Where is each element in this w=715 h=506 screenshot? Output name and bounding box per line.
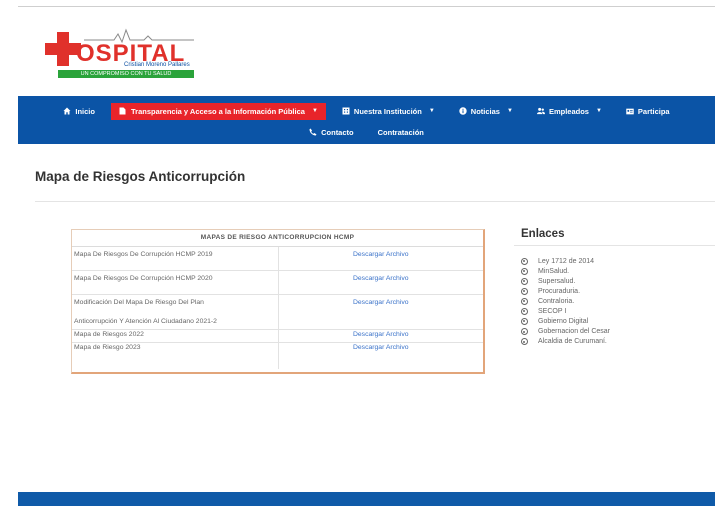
eye-icon	[521, 308, 528, 316]
download-link[interactable]: Descargar Archivo	[278, 293, 483, 329]
link-label: Gobernacion del Cesar	[538, 328, 610, 336]
table-cell-name: Mapa De Riesgos De Corrupción HCMP 2020	[72, 269, 279, 294]
table-row: Mapa de Riesgos 2022 Descargar Archivo	[72, 328, 483, 342]
link-item[interactable]: Supersalud.	[521, 276, 610, 286]
nav-item-transparencia[interactable]: Transparencia y Acceso a la Información …	[110, 102, 326, 120]
table-cell-name-line2: Anticorrupción Y Atención Al Ciudadano 2…	[74, 317, 217, 325]
link-item[interactable]: Contraloria.	[521, 296, 610, 306]
caret-down-icon: ▼	[595, 108, 602, 114]
risk-maps-table: MAPAS DE RIESGO ANTICORRUPCION HCMP Mapa…	[71, 229, 485, 374]
link-label: MinSalud.	[538, 267, 570, 275]
eye-icon	[521, 318, 528, 326]
link-label: Procuraduria.	[538, 287, 581, 295]
links-list: Ley 1712 de 2014 MinSalud. Supersalud. P…	[521, 256, 610, 347]
phone-icon	[309, 128, 317, 136]
logo-slogan: UN COMPROMISO CON TU SALUD	[58, 70, 194, 78]
link-item[interactable]: SECOP I	[521, 306, 610, 316]
table-row: Modificación Del Mapa De Riesgo Del Plan…	[72, 293, 483, 329]
download-link[interactable]: Descargar Archivo	[278, 269, 483, 294]
table-cell-name: Modificación Del Mapa De Riesgo Del Plan…	[72, 293, 279, 329]
nav-row-primary: Inicio Transparencia y Acceso a la Infor…	[18, 100, 715, 122]
home-icon	[63, 107, 71, 115]
id-card-icon	[626, 107, 634, 115]
nav-item-label: Inicio	[75, 106, 95, 116]
nav-item-noticias[interactable]: Noticias ▼	[451, 103, 521, 120]
logo-subtitle: Cristian Moreno Pallares	[124, 62, 190, 68]
link-item[interactable]: Alcaldia de Curumaní.	[521, 337, 610, 347]
eye-icon	[521, 257, 528, 265]
nav-item-label: Contacto	[321, 127, 354, 137]
nav-item-label: Transparencia y Acceso a la Información …	[130, 106, 305, 116]
table-cell-name: Mapa de Riesgo 2023	[72, 341, 279, 369]
main-navigation: Inicio Transparencia y Acceso a la Infor…	[18, 96, 715, 144]
link-label: Alcaldia de Curumaní.	[538, 338, 607, 346]
nav-item-nuestra-institucion[interactable]: Nuestra Institución ▼	[334, 103, 443, 120]
nav-item-label: Contratación	[377, 127, 424, 137]
top-divider	[18, 6, 715, 7]
links-divider	[514, 245, 715, 246]
nav-item-empleados[interactable]: Empleados ▼	[529, 103, 610, 120]
links-title: Enlaces	[521, 228, 565, 240]
link-item[interactable]: Gobernacion del Cesar	[521, 327, 610, 337]
nav-item-label: Nuestra Institución	[353, 106, 422, 116]
nav-row-secondary: Contacto Contratación	[18, 123, 715, 141]
table-cell-name-line1: Modificación Del Mapa De Riesgo Del Plan	[74, 298, 204, 306]
download-link[interactable]: Descargar Archivo	[278, 341, 483, 369]
table-row: Mapa De Riesgos De Corrupción HCMP 2019 …	[72, 245, 483, 270]
medical-cross-icon	[45, 32, 81, 66]
caret-down-icon: ▼	[428, 108, 435, 114]
users-icon	[536, 107, 545, 115]
caret-down-icon: ▼	[506, 108, 513, 114]
building-icon	[342, 107, 350, 115]
table-row: Mapa De Riesgos De Corrupción HCMP 2020 …	[72, 269, 483, 294]
table-header: MAPAS DE RIESGO ANTICORRUPCION HCMP	[72, 230, 483, 247]
link-label: Supersalud.	[538, 277, 576, 285]
link-item[interactable]: MinSalud.	[521, 266, 610, 276]
nav-item-label: Empleados	[548, 106, 589, 116]
download-link[interactable]: Descargar Archivo	[278, 245, 483, 270]
eye-icon	[521, 267, 528, 275]
eye-icon	[521, 328, 528, 336]
eye-icon	[521, 287, 528, 295]
nav-item-contacto[interactable]: Contacto	[301, 124, 362, 141]
eye-icon	[521, 297, 528, 305]
link-label: Contraloria.	[538, 297, 575, 305]
nav-item-contratacion[interactable]: Contratación	[370, 124, 432, 141]
nav-item-participa[interactable]: Participa	[618, 103, 678, 120]
download-link[interactable]: Descargar Archivo	[278, 328, 483, 342]
link-label: Gobierno Digital	[538, 318, 589, 326]
nav-item-label: Participa	[637, 106, 670, 116]
table-cell-name: Mapa de Riesgos 2022	[72, 328, 279, 342]
document-icon	[119, 107, 127, 115]
info-icon	[459, 107, 467, 115]
nav-item-inicio[interactable]: Inicio	[55, 103, 103, 120]
hospital-logo[interactable]: OSPITAL Cristian Moreno Pallares UN COMP…	[36, 28, 194, 78]
link-label: Ley 1712 de 2014	[538, 257, 595, 265]
link-item[interactable]: Procuraduria.	[521, 286, 610, 296]
table-cell-name: Mapa De Riesgos De Corrupción HCMP 2019	[72, 245, 279, 270]
nav-item-label: Noticias	[470, 106, 500, 116]
link-item[interactable]: Ley 1712 de 2014	[521, 256, 610, 266]
link-item[interactable]: Gobierno Digital	[521, 317, 610, 327]
table-row: Mapa de Riesgo 2023 Descargar Archivo	[72, 341, 483, 369]
link-label: SECOP I	[538, 308, 567, 316]
caret-down-icon: ▼	[311, 108, 318, 114]
footer-bar	[18, 492, 715, 506]
eye-icon	[521, 338, 528, 346]
title-divider	[35, 201, 715, 202]
page-title: Mapa de Riesgos Anticorrupción	[35, 169, 246, 184]
eye-icon	[521, 277, 528, 285]
